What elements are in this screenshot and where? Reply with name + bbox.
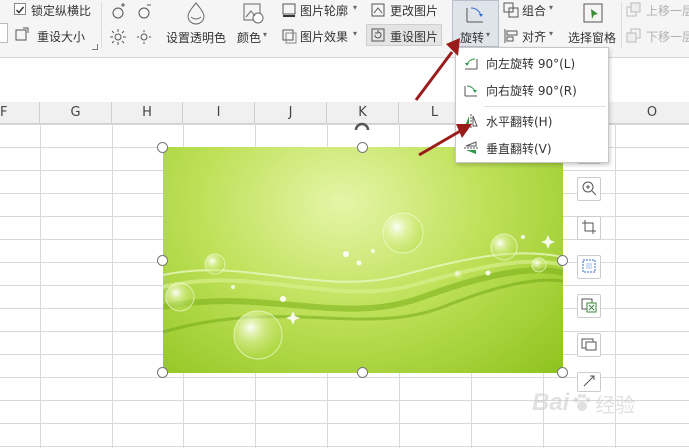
paw-icon — [571, 392, 593, 414]
annotation-arrows — [414, 38, 472, 157]
watermark-suffix: 经验 — [595, 392, 636, 417]
watermark-text: Bai — [532, 389, 570, 416]
baidu-watermark: Bai 经验 — [532, 386, 682, 420]
